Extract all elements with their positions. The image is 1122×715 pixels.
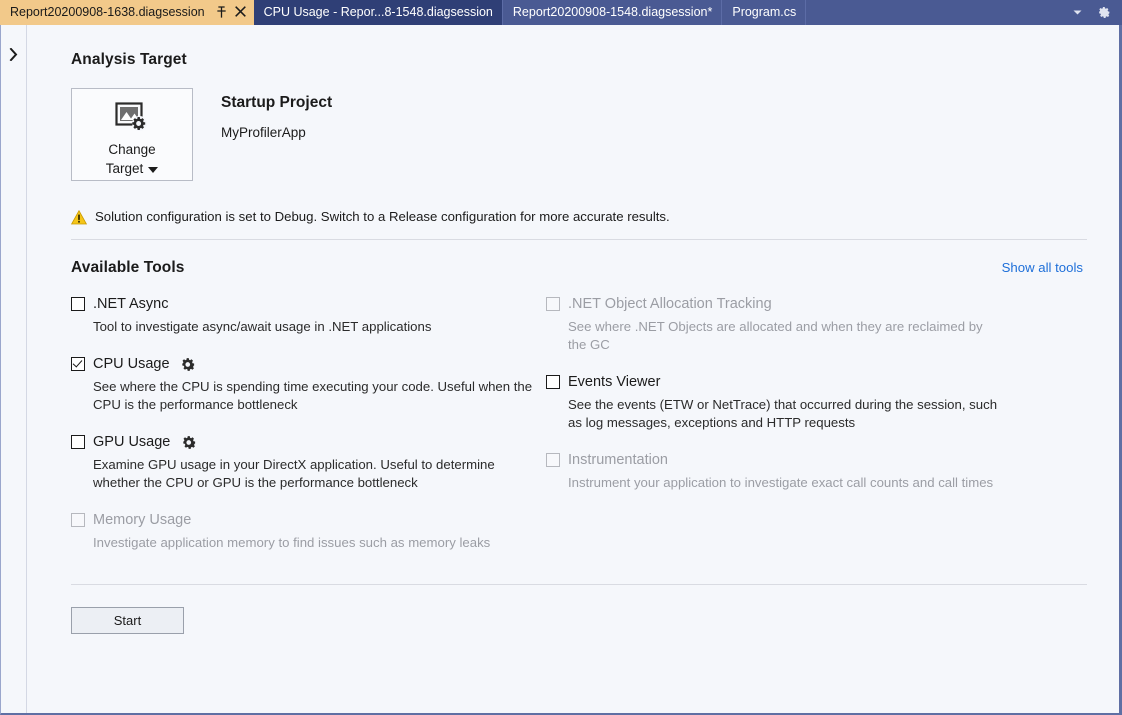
tool-item[interactable]: Events Viewer See the events (ETW or NetT… [546,372,1001,432]
tool-checkbox[interactable] [71,297,85,311]
tool-checkbox [546,297,560,311]
tool-header: CPU Usage [71,354,541,374]
tool-header: Instrumentation [546,450,1001,470]
analysis-target-row: Change Target Startup Project MyProfiler… [71,88,1087,181]
tool-description: See where the CPU is spending time execu… [93,378,541,414]
tools-left-column: .NET Async Tool to investigate async/awai… [71,294,546,570]
pin-icon[interactable] [215,6,228,19]
picture-settings-icon [115,101,149,133]
tool-name: GPU Usage [93,434,170,450]
tool-name: .NET Object Allocation Tracking [568,296,772,312]
analysis-target-title: Analysis Target [71,25,1087,69]
configuration-warning-text: Solution configuration is set to Debug. … [95,209,670,224]
start-button[interactable]: Start [71,607,184,634]
start-row: Start [71,585,1087,634]
tool-header: .NET Async [71,294,541,314]
document-tab[interactable]: Program.cs [722,0,806,25]
tool-checkbox[interactable] [71,435,85,449]
tool-name: Memory Usage [93,512,191,528]
tool-item[interactable]: .NET Async Tool to investigate async/awai… [71,294,541,336]
document-tab-label: Report20200908-1548.diagsession* [513,0,712,25]
configuration-warning: Solution configuration is set to Debug. … [71,209,1087,224]
tool-checkbox [71,513,85,527]
document-tab-actions [215,6,248,19]
tool-settings-gear-icon[interactable] [181,434,197,450]
change-target-label-line2: Target [106,159,144,178]
change-target-button[interactable]: Change Target [71,88,193,181]
tool-description: See the events (ETW or NetTrace) that oc… [568,396,1001,432]
available-tools-grid: .NET Async Tool to investigate async/awai… [71,294,1087,570]
close-icon[interactable] [235,6,248,19]
chevron-right-icon[interactable] [7,47,21,61]
tool-header: Events Viewer [546,372,1001,392]
document-tab[interactable]: CPU Usage - Repor...8-1548.diagsession [254,0,503,25]
startup-project-name: MyProfilerApp [221,125,332,140]
change-target-label-line1: Change [108,142,155,157]
tab-strip-actions [1056,0,1122,25]
document-tab[interactable]: Report20200908-1548.diagsession* [503,0,722,25]
startup-project-heading: Startup Project [221,94,332,112]
tool-name: Events Viewer [568,374,660,390]
target-info: Startup Project MyProfilerApp [221,88,332,140]
tool-header: GPU Usage [71,432,541,452]
warning-triangle-icon [71,210,87,225]
document-tabs: Report20200908-1638.diagsession CPU Usage… [0,0,806,25]
collapsed-side-panel[interactable] [1,25,27,713]
tool-checkbox[interactable] [71,357,85,371]
tool-description: Investigate application memory to find i… [93,534,541,552]
tool-name: .NET Async [93,296,168,312]
tool-description: Examine GPU usage in your DirectX applic… [93,456,541,492]
caret-down-icon [148,167,158,173]
show-all-tools-link[interactable]: Show all tools [1002,260,1087,275]
tool-item: .NET Object Allocation Tracking See where… [546,294,1001,354]
available-tools-header: Available Tools Show all tools [71,240,1087,277]
tool-name: Instrumentation [568,452,668,468]
tool-header: .NET Object Allocation Tracking [546,294,1001,314]
tool-item: Instrumentation Instrument your applicati… [546,450,1001,492]
window-frame: Analysis Target [0,25,1122,715]
tool-description: Tool to investigate async/await usage in… [93,318,541,336]
tool-settings-gear-icon[interactable] [181,356,197,372]
tool-header: Memory Usage [71,510,541,530]
tools-right-column: .NET Object Allocation Tracking See where… [546,294,1087,570]
available-tools-title: Available Tools [71,259,184,277]
gear-icon[interactable] [1097,6,1111,20]
document-tab-strip: Report20200908-1638.diagsession CPU Usage… [0,0,1122,25]
tool-description: Instrument your application to investiga… [568,474,1001,492]
document-tab-label: Report20200908-1638.diagsession [10,0,205,25]
chevron-down-icon[interactable] [1070,6,1084,20]
tool-item[interactable]: GPU Usage Examine GPU usage in your Direc… [71,432,541,492]
document-tab-label: CPU Usage - Repor...8-1548.diagsession [264,0,493,25]
document-tab-label: Program.cs [732,0,796,25]
tool-item[interactable]: CPU Usage See where the CPU is spending t… [71,354,541,414]
diagnostics-hub-window: Report20200908-1638.diagsession CPU Usage… [0,0,1122,715]
tool-checkbox[interactable] [546,375,560,389]
tool-name: CPU Usage [93,356,170,372]
diagnostics-content-pane: Analysis Target [27,25,1119,713]
tool-checkbox [546,453,560,467]
tool-item: Memory Usage Investigate application memo… [71,510,541,552]
document-tab[interactable]: Report20200908-1638.diagsession [0,0,254,25]
tool-description: See where .NET Objects are allocated and… [568,318,1001,354]
